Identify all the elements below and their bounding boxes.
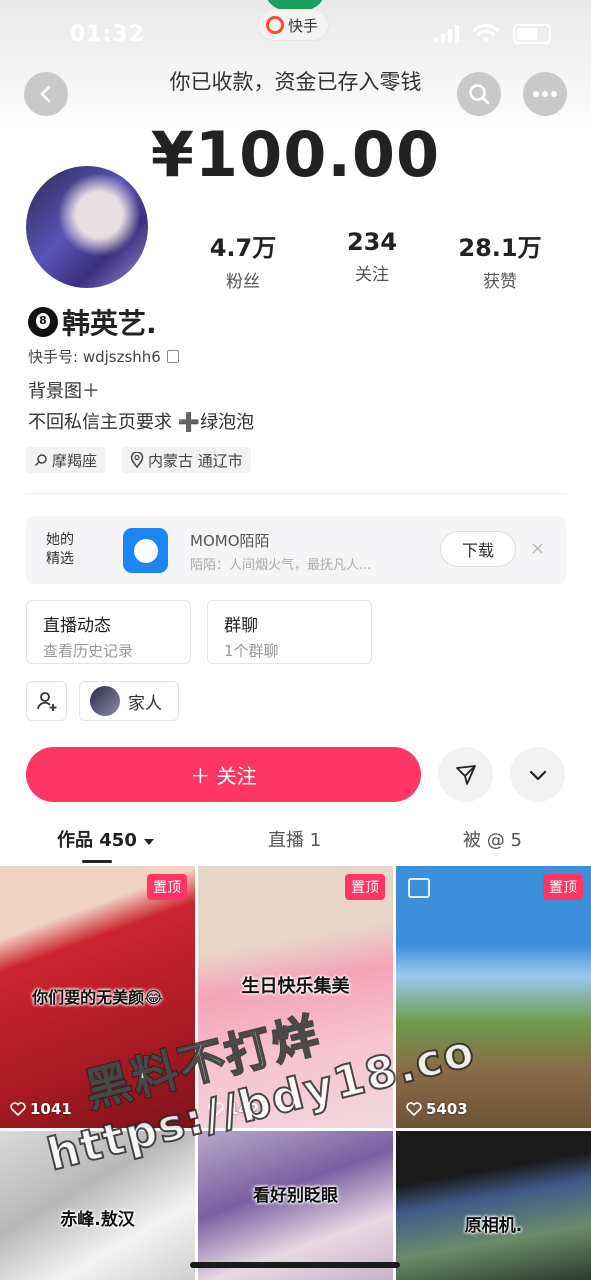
heart-icon [10, 1102, 26, 1116]
kuaishou-logo-icon [266, 16, 284, 34]
video-tile[interactable]: 看好别眨眼 [198, 1131, 393, 1280]
home-indicator[interactable] [190, 1262, 400, 1268]
app-pill[interactable]: 快手 [258, 10, 329, 40]
like-count: 1428 [208, 1100, 270, 1118]
location-pin-icon [130, 452, 144, 468]
like-count: 5403 [406, 1100, 468, 1118]
add-user-icon [36, 692, 56, 711]
stat-fans-label: 粉丝 [226, 272, 260, 292]
billiard-ball-icon [28, 307, 58, 337]
expand-button[interactable] [510, 747, 565, 802]
group-chip-label: 家人 [128, 693, 162, 714]
group-chip-family[interactable]: 家人 [79, 681, 179, 721]
signal-icon [434, 25, 459, 43]
add-friend-button[interactable] [26, 681, 67, 721]
profile-name-text: 韩英艺. [62, 307, 157, 340]
status-time: 01:32 [70, 22, 146, 47]
tab-underline [82, 860, 112, 863]
paper-plane-icon [455, 764, 476, 785]
pinned-badge: 置顶 [147, 874, 187, 900]
live-history-card[interactable]: 直播动态 查看历史记录 [26, 600, 191, 664]
tag-location-text: 内蒙古 通辽市 [148, 451, 243, 470]
card-sub: 1个群聊 [224, 642, 279, 660]
pinned-badge: 置顶 [345, 874, 385, 900]
zodiac-icon [34, 454, 47, 467]
card-title: 直播动态 [43, 616, 111, 636]
stat-following-value: 234 [346, 228, 398, 256]
chevron-down-icon [529, 770, 546, 780]
video-caption: 看好别眨眼 [253, 1186, 338, 1206]
tag-zodiac-text: 摩羯座 [52, 451, 98, 470]
like-count: 1041 [10, 1100, 72, 1118]
follow-button[interactable]: ＋ 关注 [26, 747, 421, 802]
promo-app-desc: 陌陌：人间烟火气，最抚凡人... [190, 558, 372, 573]
photo-icon [408, 878, 430, 898]
group-chat-card[interactable]: 群聊 1个群聊 [207, 600, 372, 664]
promo-app-title: MOMO陌陌 [190, 532, 270, 550]
stat-likes[interactable]: 28.1万 获赞 [450, 228, 550, 292]
stat-fans[interactable]: 4.7万 粉丝 [193, 228, 293, 292]
video-caption: 生日快乐集美 [241, 976, 350, 997]
video-tile[interactable]: 置顶 生日快乐集美 1428 [198, 866, 393, 1128]
caret-down-icon [144, 839, 155, 845]
stat-following[interactable]: 234 关注 [322, 228, 422, 285]
video-tile[interactable]: 赤峰.敖汉 [0, 1131, 195, 1280]
video-tile[interactable]: 原相机. [396, 1131, 591, 1280]
divider [26, 493, 566, 494]
video-tile[interactable]: 置顶 你们要的无美颜😂 1041 [0, 866, 195, 1128]
profile-name: 韩英艺. [28, 302, 157, 342]
pinned-badge: 置顶 [543, 874, 583, 900]
heart-icon [208, 1102, 224, 1116]
wifi-icon [473, 24, 499, 42]
tab-works-label: 作品 450 [57, 830, 137, 851]
momo-app-icon [123, 528, 168, 573]
bio-line: 背景图＋ [28, 381, 100, 402]
kuaishou-id: 快手号: wdjszshh6 [28, 346, 179, 367]
payment-banner: 你已收款，资金已存入零钱 [169, 70, 422, 94]
close-icon[interactable]: × [530, 538, 545, 559]
card-title: 群聊 [224, 616, 258, 636]
bio-line: 不回私信主页要求 ➕绿泡泡 [28, 412, 255, 433]
app-pill-label: 快手 [288, 16, 319, 35]
share-button[interactable] [438, 747, 493, 802]
featured-promo[interactable]: 她的 精选 MOMO陌陌 陌陌：人间烟火气，最抚凡人... 下载 × [26, 516, 566, 584]
stat-likes-label: 获赞 [483, 272, 517, 292]
tag-location: 内蒙古 通辽市 [122, 447, 251, 473]
card-sub: 查看历史记录 [43, 642, 134, 660]
tag-zodiac: 摩羯座 [26, 447, 106, 473]
video-caption: 你们要的无美颜😂 [32, 988, 163, 1007]
avatar[interactable] [26, 166, 148, 288]
tab-mentions[interactable]: 被 @ 5 [463, 826, 522, 852]
promo-label: 她的 精选 [46, 532, 74, 567]
status-icons [434, 24, 551, 44]
group-avatar [90, 686, 120, 716]
copy-icon[interactable] [166, 350, 179, 363]
battery-icon [513, 24, 551, 44]
like-count-text: 1041 [30, 1100, 72, 1118]
video-tile[interactable]: 置顶 5403 [396, 866, 591, 1128]
stat-fans-value: 4.7万 [209, 234, 277, 262]
video-caption: 原相机. [464, 1216, 523, 1236]
tab-live[interactable]: 直播 1 [268, 826, 321, 852]
heart-icon [406, 1102, 422, 1116]
download-button[interactable]: 下载 [440, 531, 516, 567]
video-caption: 赤峰.敖汉 [60, 1210, 135, 1230]
kuaishou-id-text: 快手号: wdjszshh6 [28, 348, 161, 366]
tab-works[interactable]: 作品 450 [57, 826, 155, 852]
like-count-text: 5403 [426, 1100, 468, 1118]
like-count-text: 1428 [228, 1100, 270, 1118]
stat-likes-value: 28.1万 [458, 234, 542, 262]
stat-following-label: 关注 [355, 265, 389, 285]
